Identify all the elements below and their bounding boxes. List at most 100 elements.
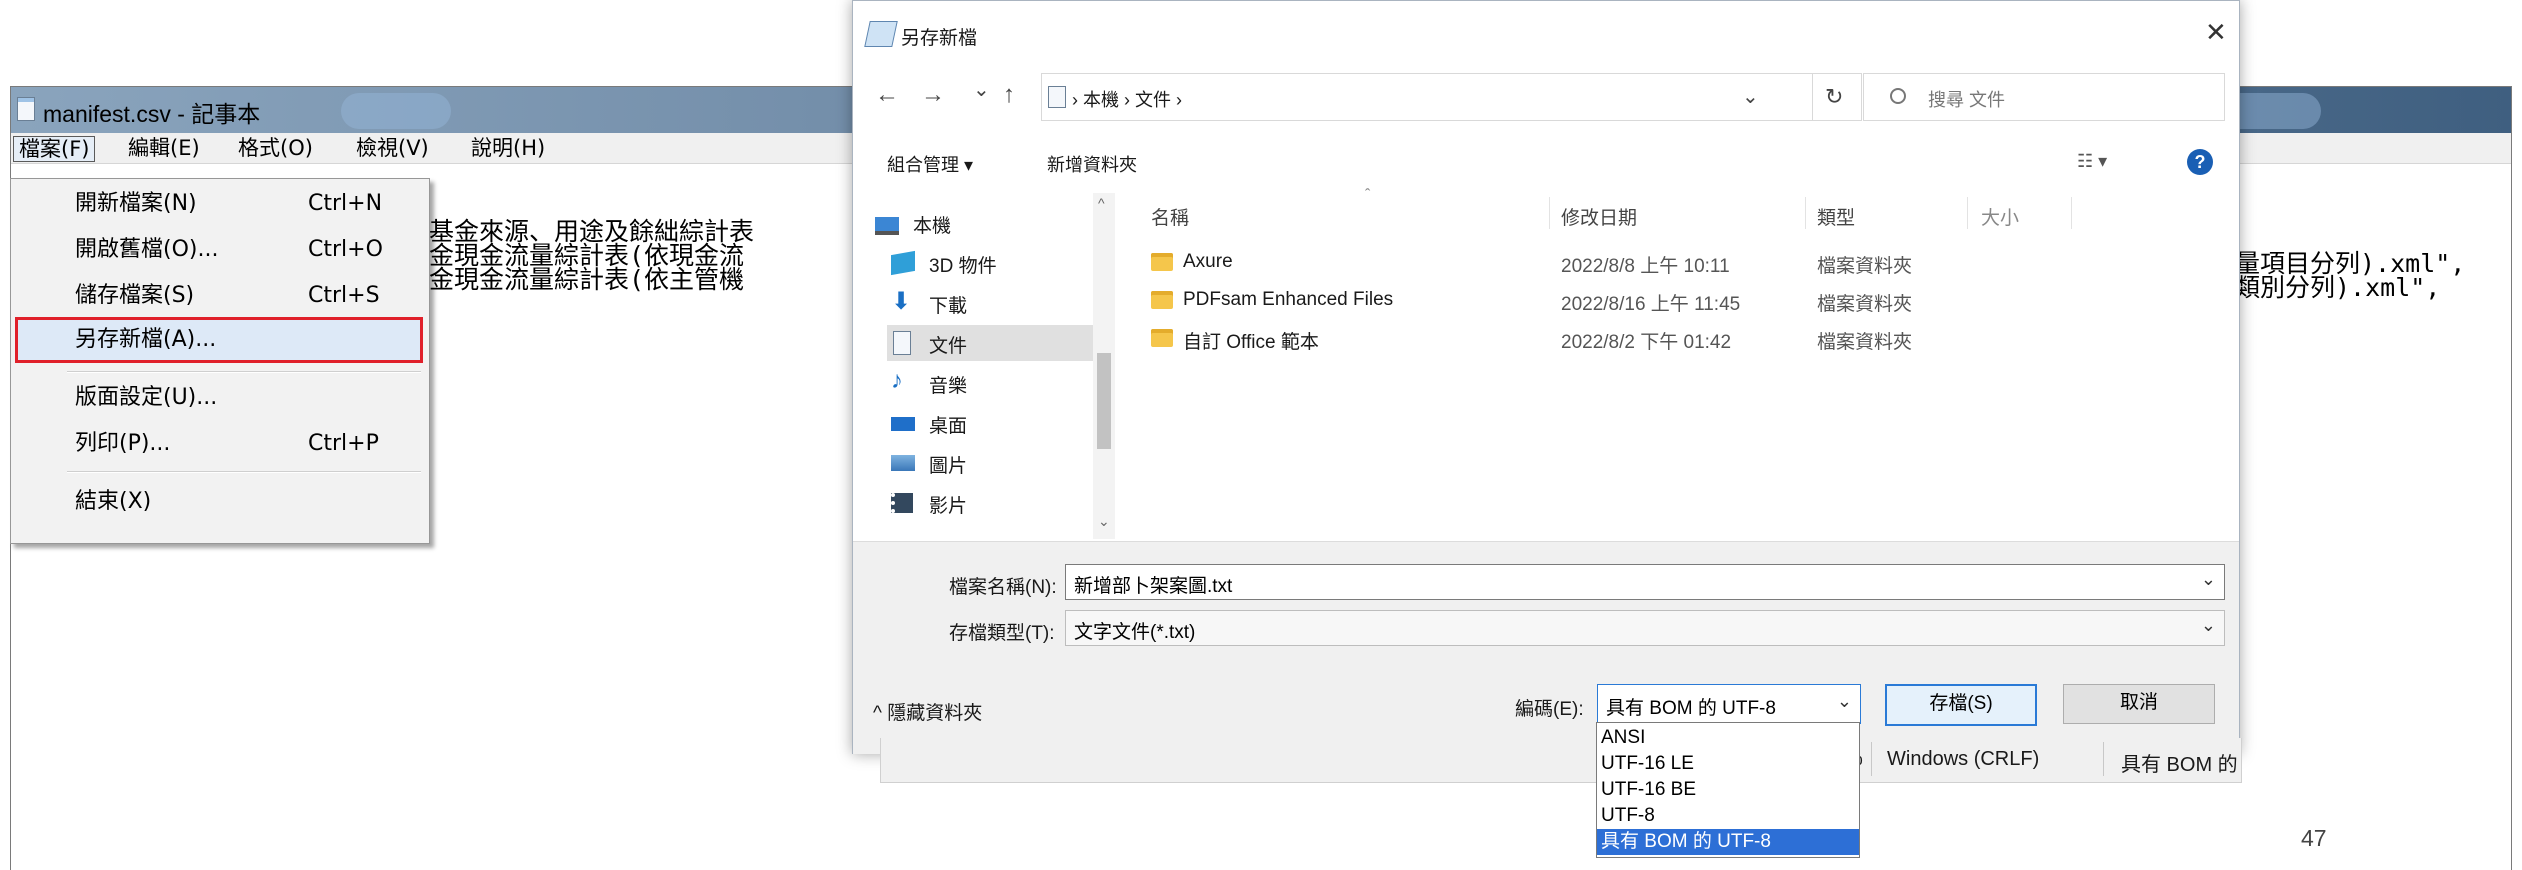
- encoding-value: 具有 BOM 的 UTF-8: [1606, 698, 1776, 719]
- menu-item-open[interactable]: 開啟舊檔(O)... Ctrl+O: [15, 231, 423, 269]
- filename-input[interactable]: 新增部卜架案圖.txt ⌄: [1065, 564, 2225, 600]
- tree-item-documents[interactable]: 文件: [887, 325, 1097, 361]
- music-icon: ♪: [891, 367, 903, 394]
- tree-item-label: 桌面: [929, 416, 968, 437]
- breadcrumb-sep: ›: [1072, 90, 1083, 110]
- encoding-option[interactable]: UTF-16 LE: [1597, 751, 1859, 777]
- menu-edit[interactable]: 編輯(E): [123, 136, 205, 160]
- notepad-statusbar: % Windows (CRLF) 具有 BOM 的: [880, 738, 2242, 783]
- text-line[interactable]: 金現金流量綜計表(依主管機: [429, 267, 744, 293]
- menu-item-exit[interactable]: 結束(X): [15, 483, 423, 521]
- save-button[interactable]: 存檔(S): [1885, 684, 2037, 726]
- hide-folders-button[interactable]: ^ 隱藏資料夾: [873, 698, 982, 725]
- tree-item-label: 本機: [913, 216, 952, 237]
- menu-item-label: 另存新檔(A)...: [75, 327, 217, 352]
- tree-item-desktop[interactable]: 桌面: [887, 405, 1097, 441]
- filetype-label: 存檔類型(T):: [949, 623, 1055, 644]
- computer-icon: [875, 217, 899, 235]
- menu-item-shortcut: Ctrl+P: [308, 431, 379, 456]
- dialog-icon: [864, 21, 898, 47]
- tree-item-label: 文件: [929, 336, 968, 357]
- forward-icon[interactable]: →: [921, 81, 945, 109]
- taskbar-glow: [341, 93, 451, 129]
- back-icon[interactable]: ←: [875, 81, 899, 109]
- file-row[interactable]: PDFsam Enhanced Files 2022/8/16 上午 11:45…: [1115, 283, 2215, 317]
- tree-item-videos[interactable]: 影片: [887, 485, 1097, 521]
- encoding-select[interactable]: 具有 BOM 的 UTF-8 ⌄: [1597, 684, 1861, 724]
- breadcrumb-item[interactable]: 本機: [1083, 90, 1119, 110]
- breadcrumb-item[interactable]: 文件: [1135, 90, 1171, 110]
- tree-item-downloads[interactable]: ⬇ 下載: [887, 285, 1097, 321]
- up-icon[interactable]: ↑: [1003, 81, 1015, 109]
- address-bar[interactable]: › 本機 › 文件 › ⌄: [1041, 73, 1813, 121]
- encoding-option[interactable]: UTF-8: [1597, 803, 1859, 829]
- menu-item-print[interactable]: 列印(P)... Ctrl+P: [15, 425, 423, 463]
- encoding-option[interactable]: UTF-16 BE: [1597, 777, 1859, 803]
- text-line[interactable]: 類別分列).xml",: [2235, 275, 2440, 301]
- recent-locations-icon[interactable]: ⌄: [973, 77, 990, 102]
- search-input[interactable]: 搜尋 文件: [1928, 86, 2005, 112]
- menu-item-label: 版面設定(U)...: [75, 385, 218, 410]
- encoding-option-selected[interactable]: 具有 BOM 的 UTF-8: [1597, 829, 1859, 855]
- chevron-down-icon[interactable]: ⌄: [1837, 691, 1852, 712]
- menu-item-shortcut: Ctrl+O: [308, 237, 383, 262]
- tree-item-this-pc[interactable]: 本機: [871, 205, 1081, 241]
- file-date: 2022/8/16 上午 11:45: [1561, 294, 1741, 315]
- notepad-icon: [17, 97, 35, 121]
- video-icon: [891, 493, 913, 513]
- help-icon[interactable]: ?: [2187, 149, 2213, 175]
- column-type[interactable]: 類型: [1817, 203, 1855, 230]
- column-header-row: 名稱 ˆ 修改日期 類型 大小: [1115, 187, 2215, 233]
- tree-item-label: 音樂: [929, 376, 968, 397]
- menu-item-save-as[interactable]: 另存新檔(A)...: [15, 317, 423, 363]
- tree-item-music[interactable]: ♪ 音樂: [887, 365, 1097, 401]
- breadcrumb-sep: ›: [1119, 90, 1135, 110]
- save-options-panel: 檔案名稱(N): 新增部卜架案圖.txt ⌄ 存檔類型(T): 文字文件(*.t…: [853, 541, 2239, 754]
- chevron-down-icon[interactable]: ⌄: [1098, 513, 1110, 530]
- tree-item-pictures[interactable]: 圖片: [887, 445, 1097, 481]
- cancel-button[interactable]: 取消: [2063, 684, 2215, 724]
- status-divider: [1871, 742, 1872, 776]
- menu-format[interactable]: 格式(O): [233, 136, 318, 160]
- close-icon[interactable]: ✕: [2205, 17, 2227, 48]
- menu-view[interactable]: 檢視(V): [351, 136, 434, 160]
- menu-item-label: 開新檔案(N): [75, 191, 197, 216]
- encoding-label: 編碼(E):: [1515, 699, 1584, 720]
- column-date[interactable]: 修改日期: [1561, 203, 1637, 230]
- column-size[interactable]: 大小: [1981, 203, 2019, 230]
- file-menu: 開新檔案(N) Ctrl+N 開啟舊檔(O)... Ctrl+O 儲存檔案(S)…: [10, 178, 430, 544]
- menu-help[interactable]: 說明(H): [466, 136, 550, 160]
- desktop-icon: [891, 417, 915, 431]
- menu-file[interactable]: 檔案(F): [13, 136, 96, 162]
- tree-item-3d-objects[interactable]: 3D 物件: [887, 245, 1097, 281]
- menu-item-label: 開啟舊檔(O)...: [75, 237, 219, 262]
- menu-item-new[interactable]: 開新檔案(N) Ctrl+N: [15, 185, 423, 223]
- new-folder-button[interactable]: 新增資料夾: [1047, 151, 1137, 177]
- chevron-up-icon[interactable]: ^: [1098, 195, 1105, 211]
- file-date: 2022/8/2 下午 01:42: [1561, 332, 1732, 353]
- organize-button[interactable]: 組合管理 ▾: [887, 151, 973, 177]
- status-line-ending: Windows (CRLF): [1887, 748, 2040, 770]
- chevron-down-icon[interactable]: ⌄: [2201, 615, 2216, 636]
- breadcrumb-sep: ›: [1171, 90, 1182, 110]
- status-divider: [2103, 742, 2104, 776]
- navigation-scrollbar[interactable]: ^ ⌄: [1093, 193, 1115, 539]
- file-row[interactable]: 自訂 Office 範本 2022/8/2 下午 01:42 檔案資料夾: [1115, 321, 2215, 355]
- menu-item-page-setup[interactable]: 版面設定(U)...: [15, 379, 423, 417]
- view-options-icon[interactable]: ☷ ▾: [2077, 151, 2107, 172]
- menu-item-save[interactable]: 儲存檔案(S) Ctrl+S: [15, 277, 423, 315]
- file-name: PDFsam Enhanced Files: [1183, 289, 1394, 310]
- menu-item-label: 結束(X): [75, 489, 152, 514]
- refresh-button[interactable]: ↻: [1811, 73, 1862, 121]
- encoding-option[interactable]: ANSI: [1597, 725, 1859, 751]
- menu-separator: [67, 371, 421, 373]
- column-name[interactable]: 名稱: [1151, 203, 1189, 230]
- menu-separator: [67, 471, 421, 473]
- search-box[interactable]: 搜尋 文件: [1863, 73, 2225, 121]
- filetype-select[interactable]: 文字文件(*.txt) ⌄: [1065, 610, 2225, 646]
- chevron-down-icon[interactable]: ⌄: [2201, 569, 2216, 590]
- encoding-dropdown-list: ANSI UTF-16 LE UTF-16 BE UTF-8 具有 BOM 的 …: [1596, 722, 1860, 858]
- chevron-down-icon[interactable]: ⌄: [1742, 84, 1759, 109]
- scrollbar-thumb[interactable]: [1097, 353, 1111, 449]
- file-row[interactable]: Axure 2022/8/8 上午 10:11 檔案資料夾: [1115, 245, 2215, 279]
